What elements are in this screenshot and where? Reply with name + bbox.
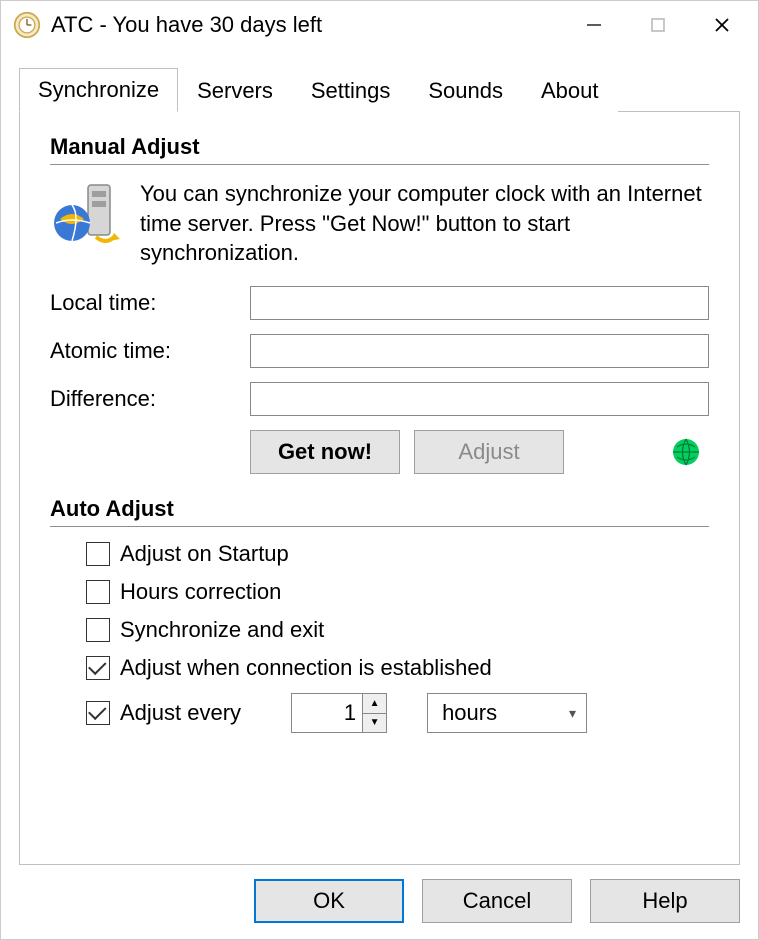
app-window: ATC - You have 30 days left Synchronize … — [0, 0, 759, 940]
checkbox-hours-label: Hours correction — [120, 579, 281, 605]
sync-globe-server-icon — [50, 179, 122, 251]
local-time-row: Local time: — [50, 286, 709, 320]
local-time-field[interactable] — [250, 286, 709, 320]
atomic-time-field[interactable] — [250, 334, 709, 368]
checkbox-row-startup: Adjust on Startup — [86, 541, 709, 567]
atomic-time-label: Atomic time: — [50, 338, 250, 364]
local-time-label: Local time: — [50, 290, 250, 316]
checkbox-row-sync-exit: Synchronize and exit — [86, 617, 709, 643]
checkbox-startup-label: Adjust on Startup — [120, 541, 289, 567]
checkbox-sync-exit-label: Synchronize and exit — [120, 617, 324, 643]
content-area: Synchronize Servers Settings Sounds Abou… — [1, 49, 758, 865]
tab-servers[interactable]: Servers — [178, 69, 292, 112]
every-unit-select[interactable]: hours ▾ — [427, 693, 587, 733]
close-button[interactable] — [690, 3, 754, 47]
cancel-button[interactable]: Cancel — [422, 879, 572, 923]
every-spinner: ▲ ▼ — [362, 694, 386, 732]
tab-strip: Synchronize Servers Settings Sounds Abou… — [19, 67, 740, 111]
app-icon — [13, 11, 41, 39]
tab-sounds[interactable]: Sounds — [409, 69, 522, 112]
difference-label: Difference: — [50, 386, 250, 412]
every-spin-down[interactable]: ▼ — [363, 714, 386, 733]
minimize-button[interactable] — [562, 3, 626, 47]
ok-button[interactable]: OK — [254, 879, 404, 923]
title-bar: ATC - You have 30 days left — [1, 1, 758, 49]
checkbox-connection-label: Adjust when connection is established — [120, 655, 492, 681]
chevron-down-icon: ▾ — [569, 705, 576, 722]
globe-status-icon — [671, 437, 701, 467]
dialog-button-row: OK Cancel Help — [1, 865, 758, 939]
maximize-button[interactable] — [626, 3, 690, 47]
every-unit-value: hours — [442, 700, 497, 726]
difference-row: Difference: — [50, 382, 709, 416]
window-controls — [562, 3, 754, 47]
manual-button-row: Get now! Adjust — [250, 430, 709, 474]
help-button[interactable]: Help — [590, 879, 740, 923]
manual-adjust-heading: Manual Adjust — [50, 134, 709, 165]
difference-field[interactable] — [250, 382, 709, 416]
manual-description-text: You can synchronize your computer clock … — [140, 179, 709, 268]
adjust-button: Adjust — [414, 430, 564, 474]
checkbox-every-label: Adjust every — [120, 700, 241, 726]
window-title: ATC - You have 30 days left — [51, 12, 562, 38]
auto-adjust-heading: Auto Adjust — [50, 496, 709, 527]
tab-about[interactable]: About — [522, 69, 618, 112]
every-number-input[interactable] — [292, 694, 362, 732]
tab-pane-synchronize: Manual Adjust You can synch — [19, 111, 740, 865]
checkbox-sync-exit[interactable] — [86, 618, 110, 642]
atomic-time-row: Atomic time: — [50, 334, 709, 368]
get-now-button[interactable]: Get now! — [250, 430, 400, 474]
every-number-wrap: ▲ ▼ — [291, 693, 387, 733]
tab-settings[interactable]: Settings — [292, 69, 410, 112]
every-spin-up[interactable]: ▲ — [363, 694, 386, 714]
checkbox-row-hours: Hours correction — [86, 579, 709, 605]
checkbox-connection[interactable] — [86, 656, 110, 680]
tab-synchronize[interactable]: Synchronize — [19, 68, 178, 112]
checkbox-row-connection: Adjust when connection is established — [86, 655, 709, 681]
checkbox-hours-correction[interactable] — [86, 580, 110, 604]
adjust-every-row: Adjust every ▲ ▼ hours ▾ — [86, 693, 709, 733]
checkbox-startup[interactable] — [86, 542, 110, 566]
manual-description-row: You can synchronize your computer clock … — [50, 179, 709, 268]
checkbox-every[interactable] — [86, 701, 110, 725]
